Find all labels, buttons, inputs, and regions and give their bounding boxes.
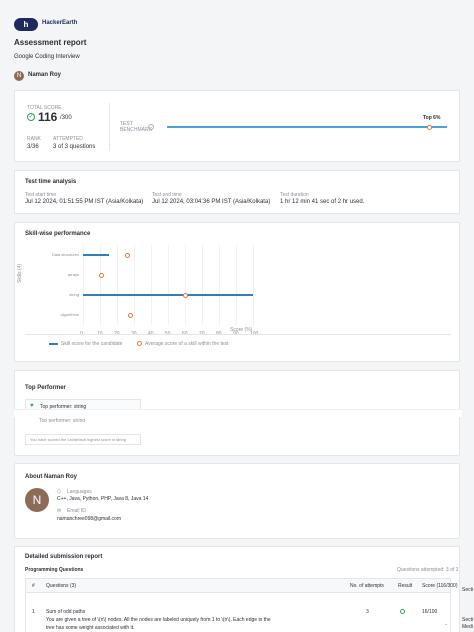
side-panel-label-3: Medi [462, 624, 473, 630]
submission-card: Detailed submission report Programming Q… [14, 546, 460, 632]
col-num: # [32, 583, 35, 589]
rank-value: 3/36 [27, 144, 39, 150]
email-icon: ✉ [57, 508, 62, 514]
top-performer-note: You have scored the 1st/default highest … [25, 434, 141, 445]
row-question-desc-2: tree has some weight associated with it. [46, 625, 135, 630]
legend-candidate-label: Skill score for the candidate [61, 341, 123, 347]
brand-name: HackerEarth [42, 20, 78, 26]
email-value[interactable]: namanchree098@gmail.com [57, 516, 121, 522]
row-question-desc: You are given a tree of \(n\) nodes. All… [46, 617, 271, 623]
skills-title: Skill-wise performance [25, 231, 91, 237]
category-label: string [69, 292, 79, 297]
candidate-name: Naman Roy [28, 72, 62, 78]
top-performer-title: Top Performer [25, 385, 66, 391]
grid-line [83, 245, 84, 325]
chevron-down-icon[interactable]: ⌄ [444, 621, 448, 627]
brand-logo: h [14, 18, 38, 31]
skills-card: Skill-wise performance Skills (4) 010203… [14, 222, 460, 362]
row-attempts: 3 [366, 609, 369, 615]
row-question-name[interactable]: Sum of odd paths [46, 609, 85, 615]
grid-line [151, 245, 152, 325]
grid-line [202, 245, 203, 325]
grid-line [100, 245, 101, 325]
questions-attempted: Questions attempted: 3 of 3 [397, 567, 459, 573]
test-time-card: Test time analysis Test start time Jul 1… [14, 170, 460, 214]
about-title: About Naman Roy [25, 474, 78, 480]
average-score-marker [128, 312, 134, 318]
grid-line [117, 245, 118, 325]
grid-line [236, 245, 237, 325]
start-label: Test start time [25, 192, 57, 198]
rank-label: RANK [27, 136, 41, 142]
test-time-title: Test time analysis [25, 179, 77, 185]
divider [109, 103, 110, 151]
check-icon: ✓ [27, 113, 35, 121]
candidate-score-bar [83, 294, 253, 296]
submission-title: Detailed submission report [25, 554, 103, 560]
end-value: Jul 12 2024, 03:04:36 PM IST (Asia/Kolka… [152, 199, 271, 205]
duration-value: 1 hr 12 min 41 sec of 2 hr used. [280, 199, 365, 205]
chart-area: 0102030405060708090100Data structuresarr… [52, 245, 258, 337]
legend-average-label: Average score of a skill within the test [145, 341, 229, 347]
candidate-score-bar [83, 254, 109, 256]
top-percent-badge: Top 6% [423, 115, 441, 121]
average-score-marker [99, 272, 105, 278]
average-score-marker [124, 252, 130, 258]
report-title: Assessment report [14, 38, 87, 47]
info-icon[interactable] [148, 124, 154, 130]
questions-table: # Questions (3) No. of attempts Result S… [25, 578, 457, 632]
grid-line [253, 245, 254, 325]
col-attempts: No. of attempts [350, 583, 384, 589]
side-panel-label-2: Secti [462, 617, 474, 623]
candidate-avatar: N [14, 71, 24, 81]
about-card: About Naman Roy N ⟨⟩ Languages C++, Java… [14, 463, 460, 539]
attempted-label: ATTEMPTED [53, 136, 83, 142]
col-result: Result [398, 583, 413, 589]
total-score-value: 116 [38, 110, 58, 124]
col-questions: Questions (3) [46, 583, 77, 589]
top-performer-badge-repeat: Top performer: string [39, 418, 86, 422]
category-label: Data structures [51, 252, 79, 257]
legend-average-marker [137, 341, 142, 346]
benchmark-label: TEST BENCHMARK [120, 121, 152, 133]
email-label: Email ID [67, 508, 86, 514]
section-label: Programming Questions [25, 567, 84, 573]
row-num: 1 [32, 609, 35, 615]
end-label: Test end time [152, 192, 182, 198]
category-label: algorithms [60, 312, 79, 317]
grid-line [219, 245, 220, 325]
attempted-value: 3 of 3 questions [53, 144, 96, 150]
benchmark-track [167, 126, 447, 128]
grid-line [134, 245, 135, 325]
table-row[interactable]: 1 Sum of odd paths You are given a tree … [26, 597, 450, 632]
test-name: Google Coding Interview [14, 54, 80, 60]
col-score: Score (116/300) [422, 583, 458, 589]
score-card: TOTAL SCORE ✓ 116 /300 RANK 3/36 ATTEMPT… [14, 90, 460, 162]
grid-line [185, 245, 186, 325]
languages-label: Languages [67, 489, 92, 495]
languages-icon: ⟨⟩ [57, 489, 61, 495]
grid-line [168, 245, 169, 325]
benchmark-marker [427, 125, 433, 130]
start-value: Jul 12 2024, 01:51:55 PM IST (Asia/Kolka… [25, 199, 144, 205]
total-score-max: /300 [60, 115, 72, 121]
table-header: # Questions (3) No. of attempts Result S… [26, 579, 457, 593]
skills-x-axis-label: Score (%) [230, 327, 253, 333]
category-label: arrays [67, 272, 79, 277]
languages-value: C++, Java, Python, PHP, Java 8, Java 14 [57, 496, 149, 502]
skills-y-axis-label: Skills (4) [17, 263, 23, 283]
about-avatar: N [25, 488, 49, 512]
legend-candidate-swatch [49, 343, 58, 345]
average-score-marker [182, 292, 188, 298]
side-panel-label-1: Secti [462, 587, 474, 593]
row-score: 16/100 [422, 609, 438, 615]
page-break [14, 409, 462, 417]
result-pass-icon [400, 609, 405, 614]
duration-label: Test duration [280, 192, 309, 198]
chart-baseline [25, 334, 451, 335]
top-performer-card: Top Performer ♥ Top performer: string To… [14, 370, 462, 456]
